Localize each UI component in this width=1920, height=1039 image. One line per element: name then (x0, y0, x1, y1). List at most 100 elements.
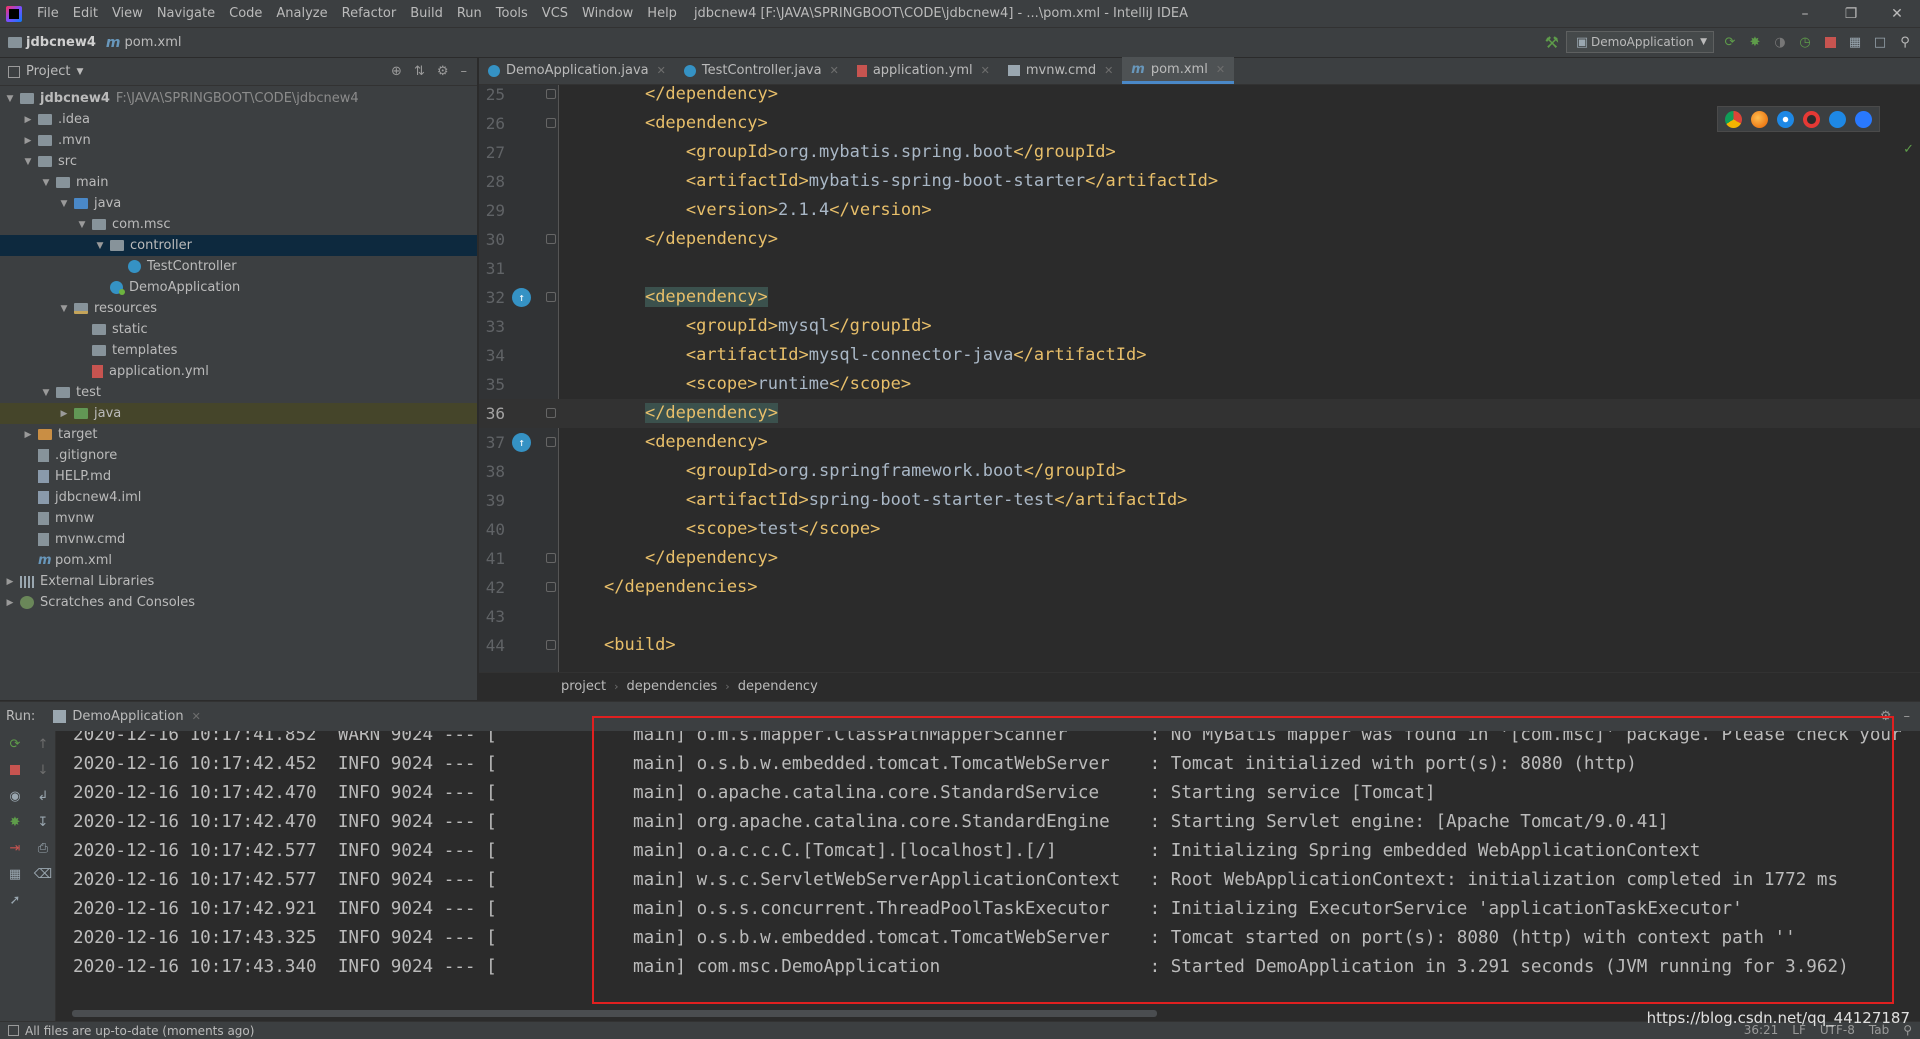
rerun-icon[interactable]: ⟳ (0, 731, 30, 757)
ie-icon[interactable] (1829, 110, 1846, 128)
pin-icon[interactable]: ➚ (0, 887, 30, 913)
layout-icon[interactable]: □ (1871, 33, 1889, 51)
collapsed-arrow-icon[interactable]: ▶ (22, 136, 34, 146)
status-panel-icon[interactable] (8, 1025, 19, 1036)
scroll-to-end-icon[interactable]: ↧ (30, 809, 56, 835)
hide-icon[interactable]: – (1904, 709, 1911, 724)
close-button[interactable]: ✕ (1874, 0, 1920, 28)
tree-item-application-yml[interactable]: application.yml (0, 361, 477, 382)
layout-icon[interactable]: ▦ (0, 861, 30, 887)
collapsed-arrow-icon[interactable]: ▶ (4, 598, 16, 608)
collapsed-arrow-icon[interactable]: ▶ (4, 577, 16, 587)
menu-navigate[interactable]: Navigate (150, 0, 222, 28)
fold-marker-icon[interactable] (546, 640, 556, 650)
hide-icon[interactable]: – (461, 64, 468, 79)
tree-item-templates[interactable]: templates (0, 340, 477, 361)
expanded-arrow-icon[interactable]: ▼ (94, 241, 106, 251)
code-line[interactable]: 33 <groupId>mysql</groupId> (479, 312, 1920, 341)
stop-icon[interactable] (0, 757, 30, 783)
chrome-icon[interactable] (1725, 110, 1742, 128)
tree-item-resources[interactable]: ▼ resources (0, 298, 477, 319)
fold-marker-icon[interactable] (546, 408, 556, 418)
code-line[interactable]: 43 (479, 602, 1920, 631)
code-line[interactable]: 42 </dependencies> (479, 573, 1920, 602)
code-line[interactable]: 44 <build> (479, 631, 1920, 660)
maven-dependency-icon[interactable]: ↑ (512, 288, 531, 307)
tab-testcontroller-java[interactable]: TestController.java ✕ (675, 57, 848, 84)
up-arrow-icon[interactable]: ↑ (30, 731, 56, 757)
menu-help[interactable]: Help (640, 0, 684, 28)
menu-analyze[interactable]: Analyze (269, 0, 334, 28)
rerun-icon[interactable]: ⟳ (1721, 33, 1739, 51)
code-line[interactable]: 34 <artifactId>mysql-connector-java</art… (479, 341, 1920, 370)
menu-code[interactable]: Code (222, 0, 269, 28)
code-line[interactable]: 35 <scope>runtime</scope> (479, 370, 1920, 399)
chevron-down-icon[interactable]: ▼ (76, 67, 83, 77)
code-line[interactable]: 38 <groupId>org.springframework.boot</gr… (479, 457, 1920, 486)
maximize-button[interactable]: ❐ (1828, 0, 1874, 28)
profile-icon[interactable]: ◷ (1796, 33, 1814, 51)
fold-marker-icon[interactable] (546, 437, 556, 447)
gear-icon[interactable]: ⚙ (437, 64, 449, 79)
gear-icon[interactable]: ⚙ (1880, 709, 1892, 724)
menu-view[interactable]: View (105, 0, 150, 28)
tree-item-java[interactable]: ▼ java (0, 193, 477, 214)
code-line[interactable]: 25 </dependency> (479, 85, 1920, 109)
fold-marker-icon[interactable] (546, 89, 556, 99)
tab-pom-xml[interactable]: m pom.xml ✕ (1122, 57, 1235, 84)
code-line[interactable]: 36 </dependency> (479, 399, 1920, 428)
tree-item-scratches-and-consoles[interactable]: ▶ Scratches and Consoles (0, 592, 477, 613)
code-line[interactable]: 29 <version>2.1.4</version> (479, 196, 1920, 225)
tree-item-java[interactable]: ▶ java (0, 403, 477, 424)
tree-item-controller[interactable]: ▼ controller (0, 235, 477, 256)
code-line[interactable]: 41 </dependency> (479, 544, 1920, 573)
tree-item-src[interactable]: ▼ src (0, 151, 477, 172)
expanded-arrow-icon[interactable]: ▼ (40, 388, 52, 398)
menu-vcs[interactable]: VCS (535, 0, 575, 28)
menu-window[interactable]: Window (575, 0, 640, 28)
tree-item-idea[interactable]: ▶ .idea (0, 109, 477, 130)
print-icon[interactable]: ⎙ (30, 835, 56, 861)
tree-item-static[interactable]: static (0, 319, 477, 340)
tab-demoapplication-java[interactable]: DemoApplication.java ✕ (479, 57, 675, 84)
menu-build[interactable]: Build (403, 0, 450, 28)
firefox-icon[interactable] (1751, 110, 1768, 128)
soft-wrap-icon[interactable]: ↲ (30, 783, 56, 809)
maven-dependency-icon[interactable]: ↑ (512, 433, 531, 452)
close-icon[interactable]: ✕ (1216, 63, 1225, 76)
code-line[interactable]: 31 (479, 254, 1920, 283)
tree-item-help-md[interactable]: HELP.md (0, 466, 477, 487)
nav-project-name[interactable]: jdbcnew4 (26, 35, 96, 50)
safari-icon[interactable] (1777, 110, 1794, 128)
collapse-icon[interactable]: ⇅ (414, 64, 425, 79)
code-line[interactable]: 26 <dependency> (479, 109, 1920, 138)
expanded-arrow-icon[interactable]: ▼ (76, 220, 88, 230)
menu-tools[interactable]: Tools (489, 0, 535, 28)
search-icon[interactable]: ⚲ (1896, 33, 1914, 51)
tree-item-jdbcnew4-iml[interactable]: jdbcnew4.iml (0, 487, 477, 508)
collapsed-arrow-icon[interactable]: ▶ (58, 409, 70, 419)
expanded-arrow-icon[interactable]: ▼ (4, 94, 16, 104)
tree-item-external-libraries[interactable]: ▶ External Libraries (0, 571, 477, 592)
nav-file-name[interactable]: pom.xml (125, 35, 182, 50)
code-line[interactable]: 40 <scope>test</scope> (479, 515, 1920, 544)
tree-item-test[interactable]: ▼ test (0, 382, 477, 403)
tree-item-com-msc[interactable]: ▼ com.msc (0, 214, 477, 235)
tree-item-target[interactable]: ▶ target (0, 424, 477, 445)
fold-marker-icon[interactable] (546, 292, 556, 302)
menu-refactor[interactable]: Refactor (335, 0, 404, 28)
tab-application-yml[interactable]: application.yml ✕ (848, 57, 999, 84)
code-line[interactable]: 28 <artifactId>mybatis-spring-boot-start… (479, 167, 1920, 196)
close-icon[interactable]: ✕ (981, 64, 990, 77)
fold-marker-icon[interactable] (546, 582, 556, 592)
close-icon[interactable]: ✕ (192, 710, 201, 723)
debug-icon[interactable]: ✸ (0, 809, 30, 835)
collapsed-arrow-icon[interactable]: ▶ (22, 430, 34, 440)
locate-icon[interactable]: ⊕ (391, 64, 402, 79)
code-line[interactable]: 37 ↑ <dependency> (479, 428, 1920, 457)
expanded-arrow-icon[interactable]: ▼ (58, 304, 70, 314)
exit-icon[interactable]: ⇥ (0, 835, 30, 861)
breadcrumb-dependencies[interactable]: dependencies (627, 679, 718, 694)
code-line[interactable]: 27 <groupId>org.mybatis.spring.boot</gro… (479, 138, 1920, 167)
expanded-arrow-icon[interactable]: ▼ (22, 157, 34, 167)
